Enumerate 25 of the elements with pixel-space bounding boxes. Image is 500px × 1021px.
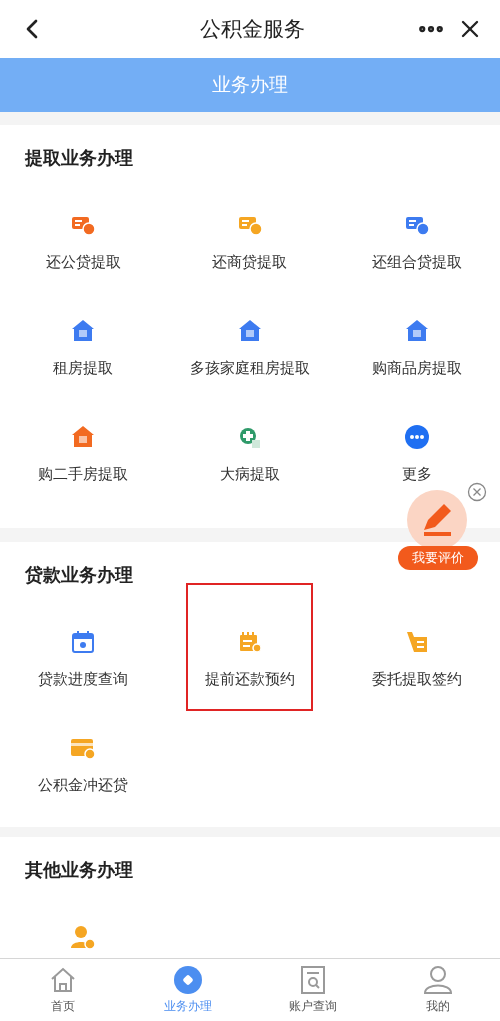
tab[interactable]: 账户查询: [250, 959, 375, 1021]
tab[interactable]: 我的: [375, 959, 500, 1021]
service-item[interactable]: 大病提取: [220, 424, 280, 484]
user-icon: [422, 965, 453, 995]
service-item[interactable]: 购商品房提取: [371, 318, 462, 378]
section-title: 其他业务办理: [24, 858, 134, 882]
business-icon: [172, 965, 203, 995]
section-title: 提取业务办理: [24, 146, 134, 170]
service-item[interactable]: 委托提取签约: [371, 629, 462, 689]
section-title: 贷款业务办理: [24, 563, 134, 587]
service-item[interactable]: 多孩家庭租房提取: [190, 318, 310, 378]
service-item[interactable]: 还商贷提取: [212, 212, 288, 272]
tab[interactable]: 业务办理: [125, 959, 250, 1021]
service-item[interactable]: 购二手房提取: [38, 424, 129, 484]
tab[interactable]: 首页: [0, 959, 125, 1021]
service-item[interactable]: 还公贷提取: [45, 212, 121, 272]
banner-title: 业务办理: [212, 72, 288, 97]
service-item[interactable]: 贷款进度查询: [38, 629, 129, 689]
service-item[interactable]: 提前还款预约: [186, 583, 314, 711]
pencil-icon[interactable]: [407, 488, 467, 546]
service-item[interactable]: 租房提取: [53, 318, 114, 378]
service-item[interactable]: 更多: [401, 424, 432, 484]
service-item[interactable]: 还组合贷提取: [371, 212, 462, 272]
service-item[interactable]: 公积金冲还贷: [38, 735, 129, 795]
page-title: 公积金服务: [198, 16, 306, 43]
